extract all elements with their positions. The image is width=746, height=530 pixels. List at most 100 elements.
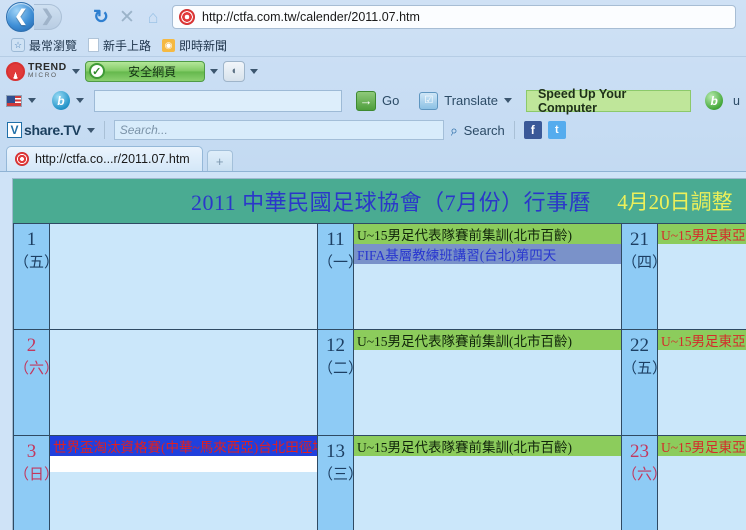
event-item[interactable]: U~15男足東亞盃賽	[658, 436, 746, 456]
event-item[interactable]: U~15男足代表隊賽前集訓(北市百齡)	[354, 436, 621, 456]
close-icon: ✕	[119, 6, 135, 28]
twitter-icon[interactable]: t	[547, 121, 566, 139]
day-cell-2: 2 （六）	[13, 329, 60, 436]
getting-started-icon	[88, 38, 100, 52]
calendar-container: 2011 中華民國足球協會（7月份）行事曆 4月20日調整 1 （五） 11 （…	[12, 178, 746, 530]
event-item[interactable]: FIFA基層教練班講習(台北)第四天	[354, 244, 621, 264]
forward-button[interactable]: ❯	[34, 4, 62, 30]
event-item[interactable]: 世界盃淘汰資格賽(中華~馬來西亞)台北田徑場	[50, 436, 317, 456]
day-weekday: （六）	[14, 361, 60, 377]
event-item[interactable]: U~15男足代表隊賽前集訓(北市百齡)	[354, 224, 621, 244]
safe-website-label: 安全網頁	[128, 64, 177, 79]
bing-icon: b	[52, 91, 70, 110]
go-arrow-icon: →	[356, 90, 377, 111]
home-button[interactable]: ⌂	[140, 4, 166, 30]
vshare-search-placeholder: Search...	[119, 123, 168, 137]
translate-dropdown-icon[interactable]	[503, 98, 512, 103]
day-number: 1	[26, 229, 37, 250]
toolbar-trailing-text: u	[733, 93, 740, 108]
day-weekday: （三）	[318, 467, 364, 483]
event-item[interactable]: U~15男足東亞盃賽	[658, 224, 746, 244]
day-cell-12: 12 （二）	[317, 329, 364, 436]
day-number: 23	[630, 441, 649, 462]
trend-micro-menu-icon[interactable]	[71, 68, 80, 74]
event-cell-22: U~15男足東亞盃賽	[657, 329, 746, 436]
browser-tab-active[interactable]: http://ctfa.co...r/2011.07.htm	[6, 146, 203, 171]
bookmark-label: 最常瀏覽	[29, 38, 78, 53]
day-cell-1: 1 （五）	[13, 223, 60, 330]
forward-arrow-icon: ❯	[40, 8, 55, 25]
event-cell-1	[49, 223, 318, 330]
day-weekday: （五）	[14, 255, 60, 271]
vshare-logo-mark: V	[7, 122, 22, 138]
event-cell-3: 世界盃淘汰資格賽(中華~馬來西亞)台北田徑場	[49, 435, 318, 530]
calendar-table: 1 （五） 11 （一） U~15男足代表隊賽前集訓(北市百齡) FIFA基層教…	[13, 223, 746, 530]
browser-chrome: ❮ ❯ ↻ ✕ ⌂ http://ctfa.com.tw/calender/20…	[0, 0, 746, 172]
vshare-search-input[interactable]: Search...	[113, 120, 444, 140]
event-cell-21: U~15男足東亞盃賽	[657, 223, 746, 330]
address-bar[interactable]: http://ctfa.com.tw/calender/2011.07.htm	[172, 5, 736, 29]
toolbar-divider	[103, 121, 105, 139]
day-weekday: （四）	[622, 255, 668, 271]
tab-title: http://ctfa.co...r/2011.07.htm	[35, 152, 190, 166]
most-visited-icon: ☆	[11, 38, 25, 52]
event-cell-23: U~15男足東亞盃賽	[657, 435, 746, 530]
day-cell-23: 23 （六）	[621, 435, 667, 530]
translate-button-label[interactable]: Translate	[444, 93, 498, 108]
tab-favicon-icon	[15, 152, 29, 166]
us-flag-icon	[6, 94, 23, 107]
trend-micro-wordmark: TREND MICRO	[28, 62, 67, 79]
search-translate-toolbar: b → Go ☑ Translate Speed Up Your Compute…	[0, 85, 746, 116]
speed-up-computer-button[interactable]: Speed Up Your Computer	[525, 87, 692, 115]
event-cell-11: U~15男足代表隊賽前集訓(北市百齡) FIFA基層教練班講習(台北)第四天	[353, 223, 622, 330]
rss-feed-icon: ◉	[162, 38, 176, 52]
day-number: 13	[326, 441, 345, 462]
vshare-logo: V share.TV	[7, 122, 81, 138]
day-weekday: （五）	[622, 361, 668, 377]
new-tab-button[interactable]: +	[206, 150, 233, 171]
day-cell-3: 3 （日）	[13, 435, 60, 530]
calendar-row: 2 （六） 12 （二） U~15男足代表隊賽前集訓(北市百齡) 22 （五）	[13, 329, 746, 436]
event-item[interactable]: U~15男足東亞盃賽	[658, 330, 746, 350]
wifi-signal-icon: ◖	[230, 65, 237, 77]
event-item[interactable]: U~15男足代表隊賽前集訓(北市百齡)	[354, 330, 621, 350]
day-weekday: （一）	[318, 255, 364, 271]
search-icon: ⌕	[448, 120, 460, 139]
stop-button[interactable]: ✕	[114, 4, 140, 30]
vshare-toolbar: V share.TV Search... ⌕ Search f t	[0, 116, 746, 144]
bing-dropdown-icon[interactable]	[75, 98, 84, 103]
back-forward-group: ❮ ❯	[6, 2, 74, 32]
calendar-adjust-note: 4月20日調整	[617, 190, 733, 214]
toolbar-search-input[interactable]	[93, 89, 343, 112]
calendar-row: 1 （五） 11 （一） U~15男足代表隊賽前集訓(北市百齡) FIFA基層教…	[13, 223, 746, 330]
trend-brand-sub: MICRO	[28, 71, 58, 79]
wifi-security-button[interactable]: ◖	[222, 60, 245, 82]
site-favicon-icon	[179, 9, 195, 25]
reload-button[interactable]: ↻	[88, 4, 114, 30]
navigation-toolbar: ❮ ❯ ↻ ✕ ⌂ http://ctfa.com.tw/calender/20…	[0, 0, 746, 34]
event-cell-2	[49, 329, 318, 436]
back-button[interactable]: ❮	[6, 2, 36, 32]
day-cell-11: 11 （一）	[317, 223, 364, 330]
bookmark-most-visited[interactable]: ☆ 最常瀏覽	[7, 36, 81, 55]
event-spacer	[50, 456, 317, 472]
day-number: 22	[630, 335, 649, 356]
wifi-dropdown-icon[interactable]	[249, 68, 258, 74]
facebook-icon[interactable]: f	[523, 121, 542, 139]
day-weekday: （二）	[318, 361, 364, 377]
day-cell-21: 21 （四）	[621, 223, 668, 330]
day-weekday: （日）	[14, 467, 60, 483]
vshare-dropdown-icon[interactable]	[86, 127, 95, 133]
safe-website-button[interactable]: ✓ 安全網頁	[84, 60, 205, 82]
bookmark-latest-news[interactable]: ◉ 即時新聞	[158, 36, 231, 55]
tab-strip: http://ctfa.co...r/2011.07.htm +	[0, 144, 746, 172]
go-button-label[interactable]: Go	[382, 93, 399, 108]
back-arrow-icon: ❮	[14, 8, 28, 25]
safe-website-dropdown-icon[interactable]	[209, 68, 218, 74]
toolbar-divider	[513, 121, 515, 139]
bookmarks-bar: ☆ 最常瀏覽 新手上路 ◉ 即時新聞	[0, 34, 746, 56]
language-dropdown-icon[interactable]	[28, 98, 37, 103]
vshare-search-button[interactable]: Search	[464, 123, 505, 138]
day-number: 12	[326, 335, 345, 356]
bookmark-getting-started[interactable]: 新手上路	[84, 36, 155, 55]
